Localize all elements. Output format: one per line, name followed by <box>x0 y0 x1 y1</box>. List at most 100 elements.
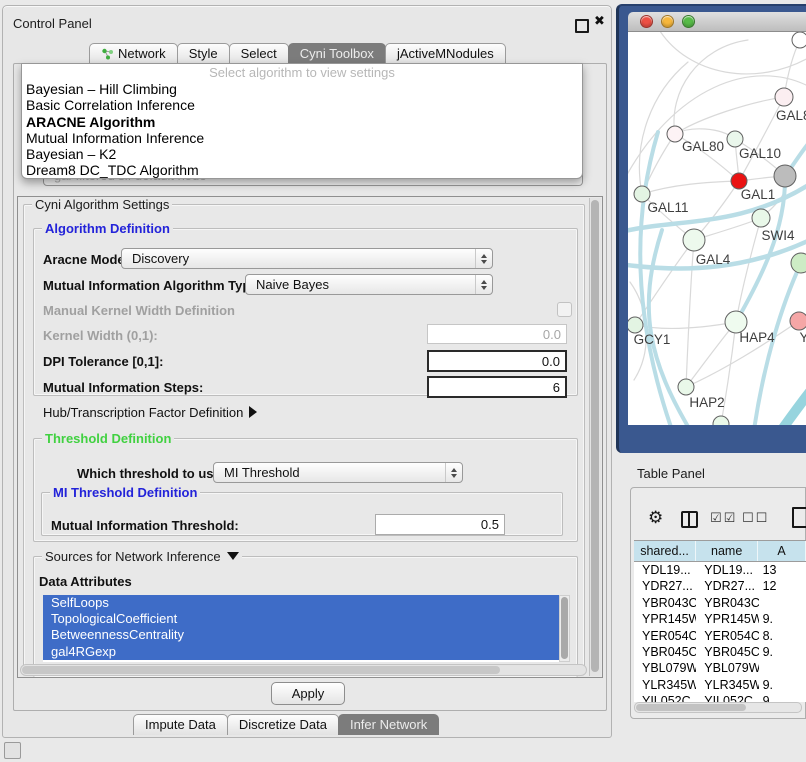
tab-style[interactable]: Style <box>177 43 230 64</box>
table-cell: YIL052C <box>696 693 758 702</box>
show-columns-icon[interactable] <box>681 511 698 528</box>
column-header-a[interactable]: A <box>758 541 806 561</box>
table-row[interactable]: YIL052CYIL052C9. <box>634 693 806 702</box>
tab-jactivemnodules[interactable]: jActiveMNodules <box>385 43 506 64</box>
data-attributes-list[interactable]: SelfLoopsTopologicalCoefficientBetweenne… <box>43 595 559 662</box>
attribute-item-betweennesscentrality[interactable]: BetweennessCentrality <box>43 627 559 643</box>
mi-type-combobox[interactable]: Naive Bayes <box>245 274 493 295</box>
table-row[interactable]: YDL19...YDL19...13 <box>634 562 806 578</box>
gear-icon[interactable]: ⚙ <box>648 508 663 528</box>
kernel-width-field[interactable]: 0.0 <box>427 324 567 344</box>
which-threshold-label: Which threshold to use: <box>77 466 225 481</box>
table-row[interactable]: YBR045CYBR045C9. <box>634 644 806 660</box>
column-header-shared[interactable]: shared... <box>634 541 696 561</box>
table-row[interactable]: YLR345WYLR345W9. <box>634 677 806 693</box>
table-cell: YBR043C <box>696 595 758 611</box>
network-node-gal80[interactable] <box>667 126 683 142</box>
table-horizontal-scrollbar-thumb[interactable] <box>636 704 746 711</box>
tab-label: Impute Data <box>145 715 216 735</box>
network-edge[interactable] <box>658 32 806 74</box>
which-threshold-combobox[interactable]: MI Threshold <box>213 462 463 483</box>
network-edge[interactable] <box>674 40 748 134</box>
tab-select[interactable]: Select <box>229 43 289 64</box>
attribute-item-gal4rgexp[interactable]: gal4RGexp <box>43 644 559 660</box>
table-row[interactable]: YBR043CYBR043C <box>634 595 806 611</box>
mi-steps-field[interactable]: 6 <box>427 376 567 398</box>
algorithm-option-dream8-dc-tdc-algorithm[interactable]: Dream8 DC_TDC Algorithm <box>22 162 582 178</box>
settings-vertical-scrollbar-thumb[interactable] <box>591 200 599 672</box>
collapse-down-icon[interactable] <box>227 552 239 560</box>
column-header-name[interactable]: name <box>696 541 758 561</box>
network-edge[interactable] <box>642 181 739 194</box>
dpi-tolerance-label: DPI Tolerance [0,1]: <box>43 354 163 369</box>
network-window-titlebar[interactable] <box>628 12 806 32</box>
algorithm-option-basic-correlation-inference[interactable]: Basic Correlation Inference <box>22 97 582 113</box>
network-edge[interactable] <box>675 129 735 139</box>
algorithm-option-bayesian-hill-climbing[interactable]: Bayesian – Hill Climbing <box>22 81 582 97</box>
table-row[interactable]: YER054CYER054C8. <box>634 628 806 644</box>
network-node-gal-top[interactable] <box>775 88 793 106</box>
network-node-gal4[interactable] <box>683 229 705 251</box>
network-edge[interactable] <box>776 384 806 425</box>
network-node-y-node[interactable] <box>790 312 806 330</box>
tab-infer-network[interactable]: Infer Network <box>338 714 439 735</box>
network-node-bottom-node[interactable] <box>713 416 729 425</box>
table-row[interactable]: YDR27...YDR27...12 <box>634 578 806 594</box>
sources-group-title[interactable]: Sources for Network Inference <box>42 549 242 564</box>
table-row[interactable]: YBL079WYBL079W <box>634 660 806 676</box>
select-all-columns-icon[interactable]: ☑☑ <box>710 511 737 526</box>
close-window-icon[interactable] <box>640 15 653 28</box>
close-panel-icon[interactable]: ✖ <box>594 14 605 29</box>
network-edge[interactable] <box>736 218 761 322</box>
table-cell: 9. <box>759 611 806 627</box>
tab-impute-data[interactable]: Impute Data <box>133 714 228 735</box>
cyni-algorithm-settings-title: Cyni Algorithm Settings <box>32 197 172 212</box>
table-cell: YBL079W <box>634 660 696 676</box>
deselect-all-columns-icon[interactable]: ☐☐ <box>742 511 769 526</box>
attribute-item-topologicalcoefficient[interactable]: TopologicalCoefficient <box>43 611 559 627</box>
node-label-gal1: GAL1 <box>741 187 776 202</box>
network-node-gcy1[interactable] <box>628 317 643 333</box>
network-node-gal10[interactable] <box>727 131 743 147</box>
import-table-icon[interactable] <box>792 507 806 528</box>
network-node-top-arc[interactable] <box>792 32 806 48</box>
table-cell: YBR045C <box>634 644 696 660</box>
control-panel-tabs: NetworkStyleSelectCyni Toolbox jActiveMNo… <box>89 43 505 64</box>
node-label-gal80: GAL80 <box>682 139 724 154</box>
apply-button[interactable]: Apply <box>271 682 345 705</box>
table-cell: YBR045C <box>696 644 758 660</box>
dpi-tolerance-field[interactable]: 0.0 <box>427 350 567 372</box>
tab-network[interactable]: Network <box>89 43 178 64</box>
aracne-mode-label: Aracne Mode: <box>43 252 129 267</box>
float-panel-icon[interactable] <box>575 19 589 33</box>
hub-section-toggle[interactable]: Hub/Transcription Factor Definition <box>43 405 257 420</box>
mi-threshold-field[interactable]: 0.5 <box>375 514 505 535</box>
attribute-item-selfloops[interactable]: SelfLoops <box>43 595 559 611</box>
tab-label: jActiveMNodules <box>397 44 494 64</box>
tab-cyni-toolbox[interactable]: Cyni Toolbox <box>288 43 386 64</box>
network-node-green-right[interactable] <box>791 253 806 273</box>
algorithm-option-bayesian-k2[interactable]: Bayesian – K2 <box>22 146 582 162</box>
attributes-scrollbar-thumb[interactable] <box>561 597 568 659</box>
table-cell: YPR145W <box>696 611 758 627</box>
aracne-mode-combobox[interactable]: Discovery <box>121 248 493 269</box>
network-node-hap2[interactable] <box>678 379 694 395</box>
settings-horizontal-scrollbar-thumb[interactable] <box>22 666 500 674</box>
table-row[interactable]: YPR145WYPR145W9. <box>634 611 806 627</box>
manual-kernel-checkbox[interactable] <box>557 302 572 317</box>
network-view-canvas[interactable]: GAL8GAL80GAL10GAL1GAL11SWI4GAL4GCY1HAP4Y… <box>628 32 806 425</box>
table-cell: YER054C <box>634 628 696 644</box>
algorithm-option-aracne-algorithm[interactable]: ARACNE Algorithm <box>22 114 582 130</box>
expand-right-icon[interactable] <box>249 406 257 418</box>
minimize-window-icon[interactable] <box>661 15 674 28</box>
network-node-gray-node[interactable] <box>774 165 796 187</box>
table-cell: YBR043C <box>634 595 696 611</box>
table-cell: YER054C <box>696 628 758 644</box>
tab-discretize-data[interactable]: Discretize Data <box>227 714 339 735</box>
network-edge[interactable] <box>686 240 694 387</box>
data-attributes-label: Data Attributes <box>39 574 132 589</box>
algorithm-option-mutual-information-inference[interactable]: Mutual Information Inference <box>22 130 582 146</box>
collapsed-panel-button[interactable] <box>4 742 21 759</box>
network-node-swi4[interactable] <box>752 209 770 227</box>
zoom-window-icon[interactable] <box>682 15 695 28</box>
